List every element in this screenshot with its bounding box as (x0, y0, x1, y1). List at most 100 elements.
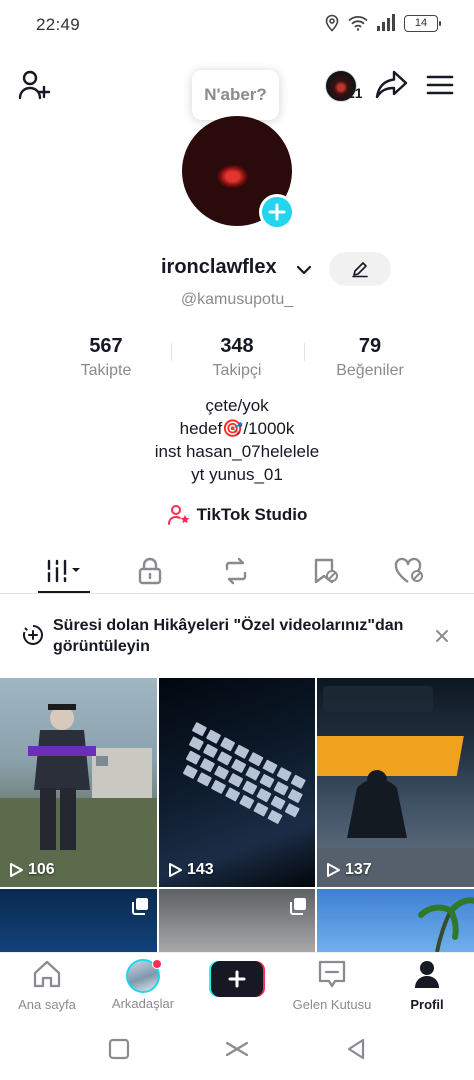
status-time: 22:49 (36, 15, 81, 34)
tab-videos[interactable] (32, 548, 96, 593)
wifi-icon (348, 16, 368, 31)
tiktok-studio-link[interactable]: TikTok Studio (0, 504, 474, 526)
story-avatar-button[interactable]: 21 (325, 70, 369, 106)
video-thumbnail[interactable]: 106 (0, 678, 157, 887)
studio-user-star-icon (167, 505, 189, 525)
share-profile-button[interactable] (374, 68, 410, 102)
profile-bio: çete/yok hedef🎯/1000k inst hasan_07helel… (0, 394, 474, 486)
back-icon[interactable] (343, 1036, 369, 1062)
video-thumbnail[interactable] (0, 889, 157, 952)
game-scene-image (317, 686, 474, 887)
video-thumbnail[interactable]: 143 (159, 678, 315, 887)
profile-icon (415, 961, 439, 988)
view-count: 106 (8, 861, 55, 879)
nav-inbox[interactable]: Gelen Kutusu (285, 959, 379, 1012)
status-icons: 14 (324, 14, 441, 32)
username-row: ironclawflex (0, 252, 474, 286)
nav-home[interactable]: Ana sayfa (0, 959, 94, 1012)
story-plus-icon (23, 625, 43, 645)
nav-label: Arkadaşlar (111, 996, 175, 1011)
view-count-value: 106 (28, 861, 55, 878)
video-grid: 106 143 137 (0, 678, 474, 952)
menu-button[interactable] (424, 70, 456, 100)
hamburger-icon (426, 75, 454, 95)
status-tooltip[interactable]: N'aber? (192, 70, 279, 120)
studio-label: TikTok Studio (196, 505, 308, 524)
signal-icon (377, 14, 395, 31)
grid-videos-icon (46, 559, 80, 582)
keyboard-image (182, 722, 306, 824)
play-icon (169, 863, 182, 877)
palm-tree-image (418, 897, 474, 952)
plus-icon (228, 970, 246, 988)
add-user-icon (18, 70, 51, 100)
nav-profile[interactable]: Profil (380, 959, 474, 1012)
nav-label: Gelen Kutusu (292, 997, 372, 1012)
view-count-value: 143 (187, 861, 214, 878)
profile-tabs (0, 548, 474, 594)
avatar (126, 959, 162, 993)
share-icon (375, 70, 408, 99)
home-gesture-icon[interactable] (224, 1036, 250, 1062)
tab-reposts[interactable] (204, 548, 268, 593)
play-icon (327, 863, 340, 877)
inbox-icon (318, 960, 346, 988)
username[interactable]: ironclawflex (161, 256, 277, 279)
repost-icon (225, 557, 247, 584)
banner-text: Süresi dolan Hikâyeleri "Özel videoların… (53, 617, 404, 655)
profile-stats: 567 Takipte 348 Takipçi 79 Beğeniler (0, 335, 474, 385)
create-button[interactable] (209, 961, 265, 997)
heart-hidden-icon (394, 557, 423, 583)
photo-carousel-icon (132, 898, 148, 915)
pencil-icon (352, 262, 368, 278)
tab-liked[interactable] (378, 548, 442, 593)
close-icon[interactable] (432, 626, 452, 646)
nav-friends[interactable]: Arkadaşlar (96, 959, 190, 1011)
game-character-image (0, 704, 157, 887)
bio-line: yt yunus_01 (191, 465, 283, 484)
stat-following[interactable]: 567 Takipte (46, 335, 166, 380)
create-button-face (211, 961, 263, 997)
edit-profile-button[interactable] (329, 252, 391, 286)
video-thumbnail[interactable]: 137 (317, 678, 474, 887)
active-tab-indicator (38, 591, 90, 593)
video-thumbnail[interactable] (159, 889, 315, 952)
stat-value: 567 (89, 335, 123, 357)
recent-apps-icon[interactable] (106, 1036, 132, 1062)
play-icon (10, 863, 23, 877)
stories-banner[interactable]: Süresi dolan Hikâyeleri "Özel videoların… (0, 604, 474, 670)
add-friend-button[interactable] (16, 66, 54, 104)
stat-likes[interactable]: 79 Beğeniler (310, 335, 430, 380)
stat-followers[interactable]: 348 Takipçi (177, 335, 297, 380)
view-count: 137 (325, 861, 372, 879)
view-count-value: 137 (345, 861, 372, 878)
bio-line: hedef🎯/1000k (179, 419, 295, 438)
view-count: 143 (167, 861, 214, 879)
tab-private[interactable] (118, 548, 182, 593)
battery-icon: 14 (404, 14, 441, 32)
notification-dot (152, 959, 162, 969)
bottom-nav: Ana sayfa Arkadaşlar Gelen Kutusu Profil (0, 952, 474, 1016)
divider (304, 343, 305, 361)
home-icon (33, 960, 61, 988)
status-bar: 22:49 14 (0, 0, 474, 48)
nav-label: Ana sayfa (18, 997, 76, 1012)
plus-icon (268, 203, 286, 221)
stat-label: Beğeniler (336, 362, 404, 379)
lock-icon (138, 557, 162, 584)
nav-label: Profil (410, 997, 444, 1012)
bio-line: çete/yok (205, 396, 269, 415)
add-story-button[interactable] (259, 194, 295, 230)
divider (171, 343, 172, 361)
video-thumbnail[interactable] (317, 889, 474, 952)
notification-count: 21 (347, 85, 363, 101)
stat-value: 79 (358, 335, 382, 357)
stat-value: 348 (220, 335, 254, 357)
bio-line: inst hasan_07helelele (154, 442, 320, 461)
photo-carousel-icon (290, 898, 306, 915)
tab-favorites[interactable] (294, 548, 358, 593)
bookmark-hidden-icon (314, 558, 338, 583)
location-icon (325, 14, 339, 32)
chevron-down-icon[interactable] (294, 260, 314, 280)
user-handle: @kamusupotu_ (180, 291, 294, 308)
